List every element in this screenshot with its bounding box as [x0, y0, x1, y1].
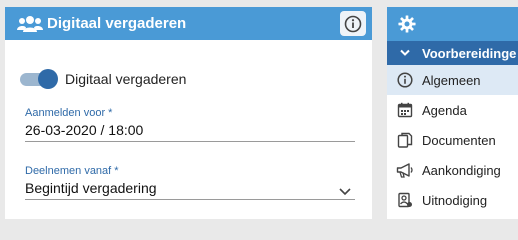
card-title: Digitaal vergaderen: [47, 15, 187, 32]
digitaal-vergaderen-toggle[interactable]: [20, 69, 58, 89]
sidebar-item-agenda[interactable]: Agenda: [387, 95, 518, 125]
field-underline: [25, 141, 355, 142]
invitation-icon: [396, 191, 414, 209]
deelnemen-vanaf-value[interactable]: Begintijd vergadering: [25, 180, 355, 196]
chevron-down-icon: [396, 44, 414, 62]
sidebar-item-label: Uitnodiging: [422, 192, 488, 208]
users-icon: [17, 14, 45, 34]
sidebar-item-label: Documenten: [422, 132, 496, 148]
deelnemen-vanaf-label: Deelnemen vanaf *: [25, 165, 119, 177]
info-icon: [344, 15, 362, 32]
sidebar-item-label: Algemeen: [422, 72, 481, 88]
toggle-row: Digitaal vergaderen: [20, 69, 186, 89]
deelnemen-vanaf-select[interactable]: Deelnemen vanaf * Begintijd vergadering: [25, 165, 355, 200]
sidebar-item-label: Aankondiging: [422, 162, 501, 178]
megaphone-icon: [396, 161, 414, 179]
gear-icon[interactable]: [398, 15, 416, 33]
section-voorbereiding[interactable]: Voorbereidinge: [387, 41, 518, 65]
sidebar-item-label: Agenda: [422, 102, 467, 118]
card-header: Digitaal vergaderen: [5, 7, 372, 40]
toggle-label: Digitaal vergaderen: [65, 71, 187, 87]
digitaal-vergaderen-card: Digitaal vergaderen Digitaal vergaderen …: [5, 7, 372, 219]
sidebar-item-algemeen[interactable]: Algemeen: [387, 65, 518, 95]
aanmelden-voor-value[interactable]: 26-03-2020 / 18:00: [25, 122, 355, 138]
aanmelden-voor-label: Aanmelden voor *: [25, 107, 113, 119]
aanmelden-voor-field[interactable]: Aanmelden voor * 26-03-2020 / 18:00: [25, 107, 355, 142]
section-title: Voorbereidinge: [422, 45, 517, 61]
calendar-icon: [396, 101, 414, 119]
info-icon: [396, 71, 414, 89]
sidebar-header: [387, 7, 518, 41]
sidebar-item-uitnodiging[interactable]: Uitnodiging: [387, 185, 518, 215]
sidebar-panel: Voorbereidinge Algemeen Agenda Documente…: [387, 7, 518, 219]
field-underline: [25, 199, 355, 200]
chevron-down-icon[interactable]: [339, 183, 351, 201]
info-button[interactable]: [340, 11, 366, 36]
sidebar-item-documenten[interactable]: Documenten: [387, 125, 518, 155]
toggle-knob: [38, 69, 58, 89]
sidebar-item-aankondiging[interactable]: Aankondiging: [387, 155, 518, 185]
documents-icon: [396, 131, 414, 149]
